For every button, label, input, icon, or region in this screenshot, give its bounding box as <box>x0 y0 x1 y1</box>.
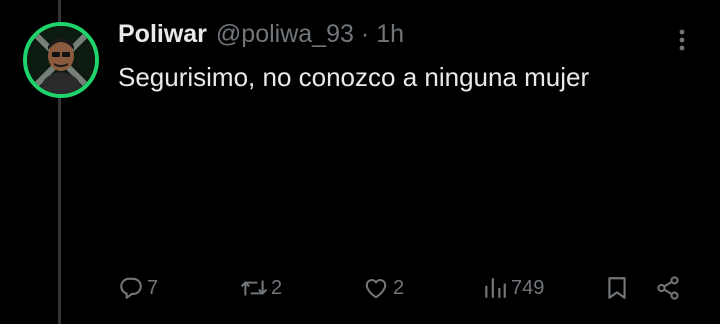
author-handle[interactable]: @poliwa_93 <box>216 20 354 49</box>
avatar-image <box>27 26 95 94</box>
views-count: 749 <box>511 276 545 299</box>
reply-count: 7 <box>147 276 159 299</box>
like-count: 2 <box>393 276 405 299</box>
retweet-button[interactable]: 2 <box>240 274 282 302</box>
action-bar: 7 2 2 749 <box>0 266 720 310</box>
timestamp[interactable]: 1h <box>376 20 404 49</box>
like-button[interactable]: 2 <box>362 274 404 302</box>
more-options-icon <box>679 29 685 51</box>
tweet-header: Poliwar @poliwa_93 · 1h <box>118 20 404 50</box>
bookmark-icon <box>608 277 626 299</box>
separator-dot: · <box>360 20 370 48</box>
tweet-text: Segurisimo, no conozco a ninguna mujer <box>118 62 590 92</box>
avatar[interactable] <box>23 22 99 98</box>
author-name[interactable]: Poliwar <box>118 20 207 49</box>
heart-icon <box>365 279 387 299</box>
more-options-button[interactable] <box>670 26 694 54</box>
bookmark-button[interactable] <box>604 274 630 302</box>
views-chart-icon <box>485 278 506 298</box>
share-icon <box>657 276 679 300</box>
share-button[interactable] <box>655 274 681 302</box>
retweet-icon <box>240 280 268 296</box>
reply-button[interactable]: 7 <box>118 274 158 302</box>
retweet-count: 2 <box>271 276 283 299</box>
views-button[interactable]: 749 <box>482 274 544 302</box>
reply-icon <box>120 277 142 299</box>
